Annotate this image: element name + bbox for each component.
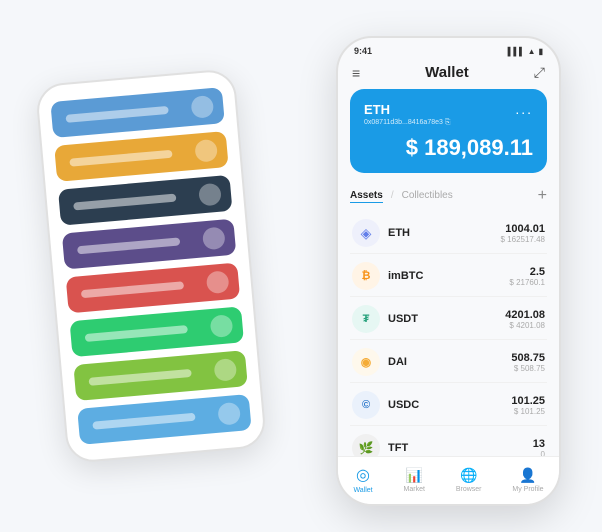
assets-tabs: Assets / Collectibles xyxy=(350,190,453,203)
nav-profile[interactable]: 👤 My Profile xyxy=(512,467,543,493)
asset-usd: $ 101.25 xyxy=(511,407,545,416)
asset-amounts: 4201.08 $ 4201.08 xyxy=(505,309,545,330)
list-item[interactable] xyxy=(73,350,247,401)
phone-background xyxy=(35,68,267,464)
wallet-card-header: ETH ... xyxy=(364,101,533,117)
asset-amounts: 101.25 $ 101.25 xyxy=(511,395,545,416)
list-item[interactable] xyxy=(58,175,232,226)
tab-collectibles[interactable]: Collectibles xyxy=(402,190,453,203)
nav-market[interactable]: 📊 Market xyxy=(404,467,425,493)
bottom-nav: ◎ Wallet 📊 Market 🌐 Browser 👤 My Profile xyxy=(338,456,559,504)
browser-nav-icon: 🌐 xyxy=(460,467,477,484)
asset-usd: $ 21760.1 xyxy=(509,278,545,287)
add-asset-icon[interactable]: + xyxy=(538,187,547,205)
asset-amount: 508.75 xyxy=(511,352,545,364)
expand-icon[interactable]: ⤢ xyxy=(534,64,545,81)
table-row[interactable]: 🌿 TFT 13 0 xyxy=(350,428,547,456)
asset-amounts: 13 0 xyxy=(533,438,545,457)
asset-name: DAI xyxy=(388,356,511,368)
asset-amount: 101.25 xyxy=(511,395,545,407)
list-item[interactable] xyxy=(70,306,244,357)
list-item[interactable] xyxy=(50,87,224,138)
asset-amount: 2.5 xyxy=(509,266,545,278)
asset-amount: 1004.01 xyxy=(501,223,546,235)
wallet-card-title: ETH xyxy=(364,102,390,117)
wallet-nav-icon: ◎ xyxy=(356,465,370,485)
browser-nav-label: Browser xyxy=(456,486,482,493)
asset-name: imBTC xyxy=(388,270,509,282)
asset-usd: $ 4201.08 xyxy=(505,321,545,330)
table-row[interactable]: ₮ USDT 4201.08 $ 4201.08 xyxy=(350,299,547,340)
table-row[interactable]: ◉ DAI 508.75 $ 508.75 xyxy=(350,342,547,383)
nav-browser[interactable]: 🌐 Browser xyxy=(456,467,482,493)
dai-icon: ◉ xyxy=(352,348,380,376)
assets-header: Assets / Collectibles + xyxy=(350,187,547,205)
nav-bar: ≡ Wallet ⤢ xyxy=(338,60,559,89)
list-item[interactable] xyxy=(77,394,251,445)
status-icons: ▌▌▌ ▲ ▮ xyxy=(508,47,543,56)
status-bar: 9:41 ▌▌▌ ▲ ▮ xyxy=(338,38,559,60)
asset-name: ETH xyxy=(388,227,501,239)
scene: 9:41 ▌▌▌ ▲ ▮ ≡ Wallet ⤢ ETH ... 0x08711d… xyxy=(21,16,581,516)
tab-separator: / xyxy=(391,190,394,203)
table-row[interactable]: ◈ ETH 1004.01 $ 162517.48 xyxy=(350,213,547,254)
table-row[interactable]: ₿ imBTC 2.5 $ 21760.1 xyxy=(350,256,547,297)
wallet-card-menu[interactable]: ... xyxy=(515,101,533,117)
usdt-icon: ₮ xyxy=(352,305,380,333)
battery-icon: ▮ xyxy=(539,47,543,56)
phone-content: ETH ... 0x08711d3b...8416a78e3 ⎘ $ 189,0… xyxy=(338,89,559,456)
signal-icon: ▌▌▌ xyxy=(508,47,525,56)
asset-usd: $ 162517.48 xyxy=(501,235,546,244)
menu-icon[interactable]: ≡ xyxy=(352,65,360,81)
phone-main: 9:41 ▌▌▌ ▲ ▮ ≡ Wallet ⤢ ETH ... 0x08711d… xyxy=(336,36,561,506)
wallet-nav-label: Wallet xyxy=(353,487,372,494)
table-row[interactable]: © USDC 101.25 $ 101.25 xyxy=(350,385,547,426)
wallet-balance: $ 189,089.11 xyxy=(364,135,533,161)
profile-nav-label: My Profile xyxy=(512,486,543,493)
asset-amount: 13 xyxy=(533,438,545,450)
wallet-card[interactable]: ETH ... 0x08711d3b...8416a78e3 ⎘ $ 189,0… xyxy=(350,89,547,173)
tab-assets[interactable]: Assets xyxy=(350,190,383,203)
list-item[interactable] xyxy=(62,219,236,270)
asset-name: USDT xyxy=(388,313,505,325)
asset-amounts: 1004.01 $ 162517.48 xyxy=(501,223,546,244)
market-nav-label: Market xyxy=(404,486,425,493)
nav-wallet[interactable]: ◎ Wallet xyxy=(353,465,372,494)
usdc-icon: © xyxy=(352,391,380,419)
list-item[interactable] xyxy=(66,262,240,313)
market-nav-icon: 📊 xyxy=(406,467,423,484)
asset-amount: 4201.08 xyxy=(505,309,545,321)
asset-list: ◈ ETH 1004.01 $ 162517.48 ₿ imBTC 2.5 $ … xyxy=(350,213,547,456)
wifi-icon: ▲ xyxy=(528,47,536,56)
imbtc-icon: ₿ xyxy=(352,262,380,290)
status-time: 9:41 xyxy=(354,46,372,56)
wallet-address: 0x08711d3b...8416a78e3 ⎘ xyxy=(364,119,533,127)
asset-name: USDC xyxy=(388,399,511,411)
eth-icon: ◈ xyxy=(352,219,380,247)
asset-name: TFT xyxy=(388,442,533,454)
profile-nav-icon: 👤 xyxy=(519,467,536,484)
tft-icon: 🌿 xyxy=(352,434,380,456)
asset-usd: $ 508.75 xyxy=(511,364,545,373)
asset-amounts: 2.5 $ 21760.1 xyxy=(509,266,545,287)
page-title: Wallet xyxy=(425,64,469,81)
list-item[interactable] xyxy=(54,131,228,182)
asset-amounts: 508.75 $ 508.75 xyxy=(511,352,545,373)
